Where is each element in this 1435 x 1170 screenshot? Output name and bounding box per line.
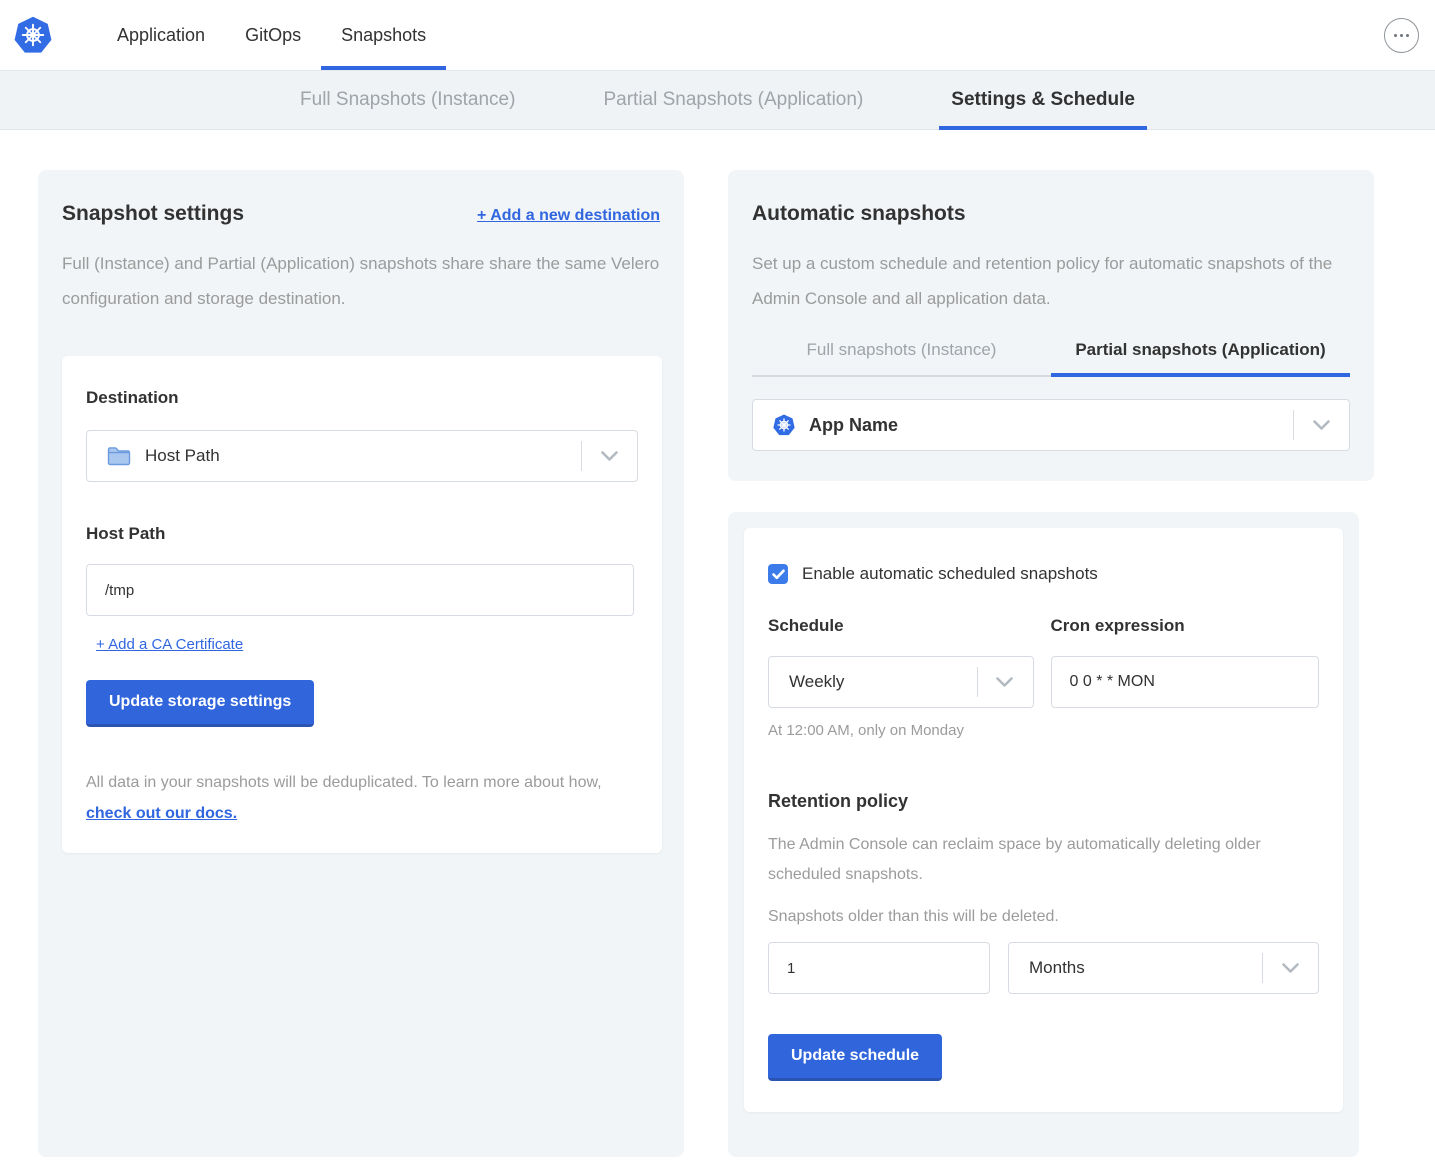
retention-unit-value: Months xyxy=(1029,958,1085,978)
retention-hint: Snapshots older than this will be delete… xyxy=(768,908,1319,926)
app-select[interactable]: App Name xyxy=(752,399,1350,451)
schedule-frequency-value: Weekly xyxy=(789,672,844,692)
dedup-info-prefix: All data in your snapshots will be dedup… xyxy=(86,774,602,791)
nav-tab-application[interactable]: Application xyxy=(97,0,225,70)
destination-select[interactable]: Host Path xyxy=(86,430,638,482)
snapshot-settings-card: Snapshot settings + Add a new destinatio… xyxy=(38,170,684,1157)
retention-value-input[interactable] xyxy=(768,942,990,994)
cron-human-readable-hint: At 12:00 AM, only on Monday xyxy=(768,722,1034,739)
snapshots-subnav: Full Snapshots (Instance) Partial Snapsh… xyxy=(0,70,1435,130)
update-schedule-button[interactable]: Update schedule xyxy=(768,1034,942,1081)
chevron-down-icon xyxy=(996,677,1013,688)
app-header: Application GitOps Snapshots xyxy=(0,0,1435,70)
enable-snapshots-label: Enable automatic scheduled snapshots xyxy=(802,564,1098,584)
chevron-down-icon xyxy=(1282,963,1299,974)
destination-select-value: Host Path xyxy=(145,446,220,466)
check-icon xyxy=(772,569,785,580)
cron-expression-input[interactable] xyxy=(1051,656,1319,708)
nav-tab-snapshots[interactable]: Snapshots xyxy=(321,0,446,70)
automatic-snapshots-card: Automatic snapshots Set up a custom sche… xyxy=(728,170,1374,481)
folder-icon xyxy=(107,446,131,466)
kubernetes-app-icon xyxy=(773,414,795,436)
cron-expression-label: Cron expression xyxy=(1051,616,1319,636)
enable-snapshots-checkbox[interactable] xyxy=(768,564,788,584)
schedule-label: Schedule xyxy=(768,616,1034,636)
retention-policy-title: Retention policy xyxy=(768,791,1319,812)
chevron-down-icon xyxy=(601,451,618,462)
automatic-snapshots-title: Automatic snapshots xyxy=(752,202,966,226)
schedule-panel: Enable automatic scheduled snapshots Sch… xyxy=(744,528,1343,1112)
more-options-icon[interactable] xyxy=(1384,18,1419,53)
tab-partial-snapshots-application[interactable]: Partial snapshots (Application) xyxy=(1051,340,1350,377)
nav-tab-gitops[interactable]: GitOps xyxy=(225,0,321,70)
subnav-tab-full-snapshots[interactable]: Full Snapshots (Instance) xyxy=(288,71,527,129)
subnav-tab-partial-snapshots[interactable]: Partial Snapshots (Application) xyxy=(591,71,875,129)
dedup-info-text: All data in your snapshots will be dedup… xyxy=(86,767,638,829)
retention-unit-select[interactable]: Months xyxy=(1008,942,1319,994)
docs-link[interactable]: check out our docs. xyxy=(86,805,237,822)
add-ca-certificate-link[interactable]: + Add a CA Certificate xyxy=(96,636,243,653)
schedule-card: Enable automatic scheduled snapshots Sch… xyxy=(728,512,1359,1157)
host-path-input[interactable] xyxy=(86,564,634,616)
app-select-value: App Name xyxy=(809,415,898,436)
chevron-down-icon xyxy=(1313,420,1330,431)
snapshot-type-tabs: Full snapshots (Instance) Partial snapsh… xyxy=(752,340,1350,377)
retention-policy-description: The Admin Console can reclaim space by a… xyxy=(768,830,1319,890)
automatic-snapshots-description: Set up a custom schedule and retention p… xyxy=(752,246,1350,316)
host-path-label: Host Path xyxy=(86,524,638,544)
snapshot-settings-title: Snapshot settings xyxy=(62,202,244,226)
add-new-destination-link[interactable]: + Add a new destination xyxy=(477,207,660,225)
update-storage-settings-button[interactable]: Update storage settings xyxy=(86,680,314,727)
destination-label: Destination xyxy=(86,388,638,408)
storage-settings-panel: Destination Host Path Host Path + A xyxy=(62,356,662,853)
schedule-frequency-select[interactable]: Weekly xyxy=(768,656,1034,708)
snapshot-settings-description: Full (Instance) and Partial (Application… xyxy=(62,246,660,316)
main-nav: Application GitOps Snapshots xyxy=(97,0,446,70)
kubernetes-logo-icon xyxy=(14,16,52,54)
subnav-tab-settings-schedule[interactable]: Settings & Schedule xyxy=(939,71,1147,129)
tab-full-snapshots-instance[interactable]: Full snapshots (Instance) xyxy=(752,340,1051,377)
